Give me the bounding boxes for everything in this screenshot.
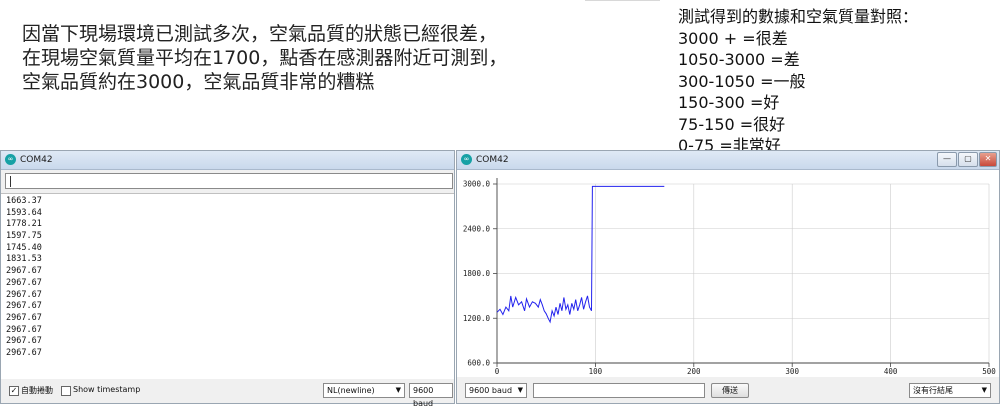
serial-monitor-window: ∞ COM42 1663.37 1593.64 1778.21 1597.75 1745… [0, 150, 455, 408]
serial-output-line: 2967.67 [6, 289, 42, 300]
y-tick-label: 600.0 [467, 359, 490, 368]
serial-output-line: 1745.40 [6, 242, 42, 253]
dropdown-arrow-icon: ▼ [981, 386, 987, 394]
note-left-line: 在現場空氣質量平均在1700，點香在感測器附近可測到， [22, 47, 508, 69]
x-tick-label: 300 [785, 367, 799, 376]
serial-plotter-bottom-bar: 9600 baud ▼ 傳送 沒有行結尾 ▼ [457, 379, 999, 403]
serial-plotter-window: ∞ COM42 — ▢ ✕ 600.0 1200.0 1800.0 2400.0 300… [456, 150, 1000, 404]
arduino-logo-icon: ∞ [5, 154, 16, 165]
text-caret [10, 176, 11, 187]
x-tick-label: 0 [495, 367, 500, 376]
serial-output-line: 2967.67 [6, 277, 42, 288]
serial-output[interactable]: 1663.37 1593.64 1778.21 1597.75 1745.40 1831.… [1, 193, 454, 379]
baud-select[interactable]: 9600 baud [409, 383, 453, 408]
y-tick-label: 2400.0 [463, 224, 491, 233]
x-tick-label: 100 [589, 367, 603, 376]
note-left-line: 因當下現場環境已測試多次，空氣品質的狀態已經很差， [22, 23, 498, 45]
x-tick-label: 400 [884, 367, 898, 376]
serial-output-line: 2967.67 [6, 312, 42, 323]
dropdown-arrow-icon: ▼ [517, 386, 523, 394]
series-line [496, 185, 665, 324]
window-controls: — ▢ ✕ [937, 152, 997, 167]
x-tick-label: 500 [982, 367, 996, 376]
note-left-line: 空氣品質約在3000，空氣品質非常的糟糕 [22, 71, 375, 93]
send-button[interactable]: 傳送 [711, 383, 749, 398]
note-right-line: 75-150 =很好 [678, 114, 786, 134]
y-tick-label: 1200.0 [463, 314, 491, 323]
note-right-line: 1050-3000 =差 [678, 50, 800, 69]
serial-monitor-titlebar[interactable]: ∞ COM42 [1, 151, 454, 170]
serial-output-line: 2967.67 [6, 324, 42, 335]
note-right-line: 150-300 =好 [678, 93, 780, 112]
window-title: COM42 [20, 155, 53, 165]
y-tick-label: 3000.0 [463, 180, 491, 189]
divider [585, 0, 660, 1]
dropdown-arrow-icon: ▼ [395, 386, 401, 394]
serial-plot-chart: 600.0 1200.0 1800.0 2400.0 3000.0 0 100 200 300 4… [463, 178, 996, 376]
maximize-icon[interactable]: ▢ [958, 152, 978, 167]
plotter-baud-select[interactable]: 9600 baud ▼ [465, 383, 527, 398]
serial-output-line: 1778.21 [6, 219, 42, 230]
serial-send-input[interactable] [5, 173, 453, 189]
line-ending-select[interactable]: NL(newline) ▼ [323, 383, 405, 398]
timestamp-label: Show timestamp [73, 385, 141, 394]
serial-output-line: 1831.53 [6, 254, 42, 265]
arduino-logo-icon: ∞ [461, 154, 472, 165]
serial-output-line: 2967.67 [6, 336, 42, 347]
autoscroll-checkbox[interactable]: ✓ [9, 386, 19, 396]
note-right: 測試得到的數據和空氣質量對照： 3000 + =很差 1050-3000 =差 … [678, 6, 998, 157]
window-title: COM42 [476, 155, 509, 165]
timestamp-checkbox[interactable] [61, 386, 71, 396]
serial-output-line: 2967.67 [6, 266, 42, 277]
note-right-line: 300-1050 =一般 [678, 71, 806, 91]
close-icon[interactable]: ✕ [979, 152, 997, 167]
serial-output-line: 2967.67 [6, 301, 42, 312]
serial-monitor-bottom-bar: ✓ 自動捲動 Show timestamp NL(newline) ▼ 9600… [1, 379, 454, 408]
x-tick-label: 200 [687, 367, 701, 376]
serial-output-line: 1593.64 [6, 207, 42, 218]
plotter-line-ending-select[interactable]: 沒有行結尾 ▼ [909, 383, 991, 398]
serial-output-line: 1663.37 [6, 196, 42, 206]
note-left: 因當下現場環境已測試多次，空氣品質的狀態已經很差， 在現場空氣質量平均在1700… [22, 22, 582, 94]
note-right-line: 3000 + =很差 [678, 28, 788, 48]
minimize-icon[interactable]: — [937, 152, 957, 167]
serial-output-line: 2967.67 [6, 347, 42, 358]
autoscroll-label: 自動捲動 [21, 386, 53, 395]
serial-output-line: 1597.75 [6, 231, 42, 242]
serial-plotter-titlebar[interactable]: ∞ COM42 — ▢ ✕ [457, 151, 999, 170]
plot-area: 600.0 1200.0 1800.0 2400.0 3000.0 0 100 200 300 4… [457, 170, 999, 377]
note-right-line: 測試得到的數據和空氣質量對照： [678, 7, 919, 26]
y-tick-label: 1800.0 [463, 269, 491, 278]
plotter-send-input[interactable] [533, 383, 705, 398]
